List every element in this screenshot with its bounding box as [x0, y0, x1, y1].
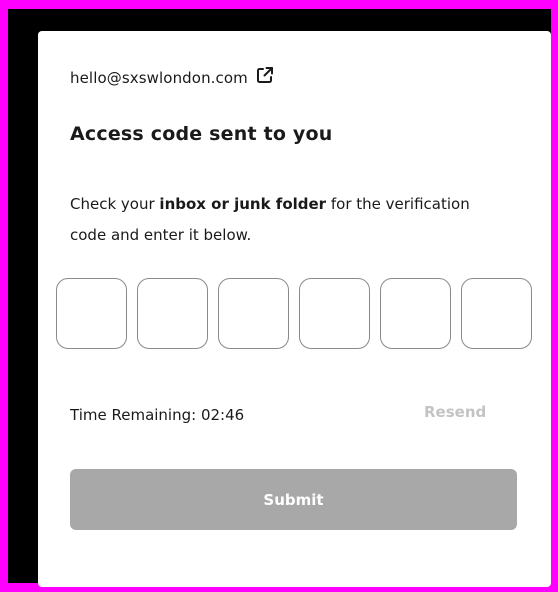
external-link-icon-graphic	[256, 67, 273, 83]
email-address: hello@sxswlondon.com	[70, 69, 248, 87]
code-input-group	[56, 278, 532, 349]
code-digit-1[interactable]	[56, 278, 127, 349]
code-digit-6[interactable]	[461, 278, 532, 349]
code-digit-2[interactable]	[137, 278, 208, 349]
screenshot-frame: hello@sxswlondon.com Access code sent to…	[0, 0, 558, 592]
resend-button[interactable]: Resend	[424, 403, 486, 421]
time-remaining: Time Remaining: 02:46	[70, 406, 245, 424]
code-digit-4[interactable]	[299, 278, 370, 349]
instructions-text: Check your inbox or junk folder for the …	[70, 189, 490, 251]
email-row: hello@sxswlondon.com	[70, 66, 274, 87]
instructions-emphasis: inbox or junk folder	[159, 195, 327, 213]
page-title: Access code sent to you	[70, 123, 333, 145]
verification-card: hello@sxswlondon.com Access code sent to…	[38, 31, 551, 587]
code-digit-3[interactable]	[218, 278, 289, 349]
code-digit-5[interactable]	[380, 278, 451, 349]
submit-button[interactable]: Submit	[70, 469, 517, 530]
external-link-icon[interactable]	[256, 66, 274, 84]
instructions-prefix: Check your	[70, 195, 160, 213]
